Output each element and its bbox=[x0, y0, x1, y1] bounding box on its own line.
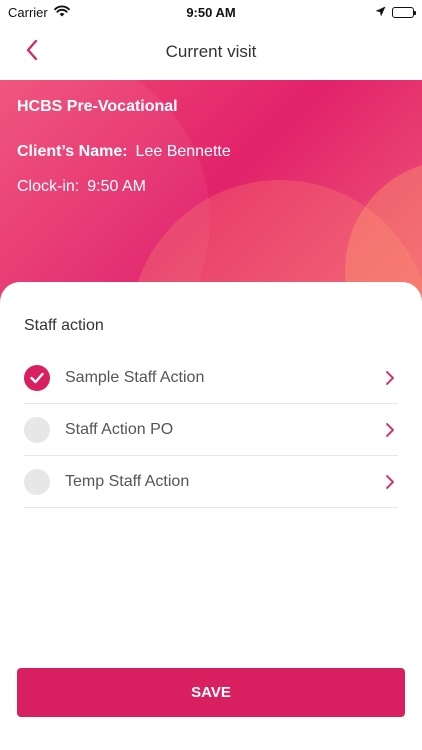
location-arrow-icon bbox=[375, 5, 386, 20]
visit-info: HCBS Pre-Vocational Client’s Name: Lee B… bbox=[17, 98, 231, 213]
back-button[interactable] bbox=[14, 34, 50, 70]
chevron-right-icon bbox=[382, 474, 398, 490]
check-circle-icon[interactable] bbox=[24, 364, 50, 391]
clock-in-label: Clock-in: bbox=[17, 178, 80, 195]
program-name: HCBS Pre-Vocational bbox=[17, 98, 178, 115]
page-title: Current visit bbox=[165, 42, 257, 61]
empty-circle-icon[interactable] bbox=[24, 416, 50, 443]
carrier-label: Carrier bbox=[8, 4, 48, 20]
nav-bar: Current visit bbox=[0, 24, 422, 80]
client-label: Client’s Name: bbox=[17, 143, 128, 160]
empty-circle-icon[interactable] bbox=[24, 468, 50, 495]
wifi-icon bbox=[53, 5, 70, 20]
staff-action-label: Staff Action PO bbox=[65, 420, 174, 438]
staff-action-list: Sample Staff Action Staff Action PO Temp… bbox=[24, 352, 398, 508]
status-right bbox=[375, 5, 416, 20]
client-row: Client’s Name: Lee Bennette bbox=[17, 143, 231, 161]
battery-icon bbox=[392, 6, 416, 18]
current-visit-screen: Carrier 9:50 AM Current visit HCBS Pre-V… bbox=[0, 0, 422, 750]
status-left: Carrier bbox=[8, 5, 70, 20]
client-name: Lee Bennette bbox=[135, 143, 231, 160]
clock-in-time: 9:50 AM bbox=[87, 178, 146, 195]
staff-action-item[interactable]: Sample Staff Action bbox=[24, 352, 398, 404]
staff-action-item[interactable]: Temp Staff Action bbox=[24, 456, 398, 508]
staff-action-item[interactable]: Staff Action PO bbox=[24, 404, 398, 456]
status-bar: Carrier 9:50 AM bbox=[0, 0, 422, 24]
chevron-left-icon bbox=[25, 39, 39, 66]
staff-action-label: Temp Staff Action bbox=[65, 472, 190, 490]
clock-in-row: Clock-in: 9:50 AM bbox=[17, 178, 231, 196]
section-title: Staff action bbox=[24, 317, 104, 334]
visit-header: HCBS Pre-Vocational Client’s Name: Lee B… bbox=[0, 80, 422, 310]
staff-action-label: Sample Staff Action bbox=[65, 368, 205, 386]
chevron-right-icon bbox=[382, 422, 398, 438]
save-button[interactable]: SAVE bbox=[17, 668, 405, 717]
chevron-right-icon bbox=[382, 370, 398, 386]
